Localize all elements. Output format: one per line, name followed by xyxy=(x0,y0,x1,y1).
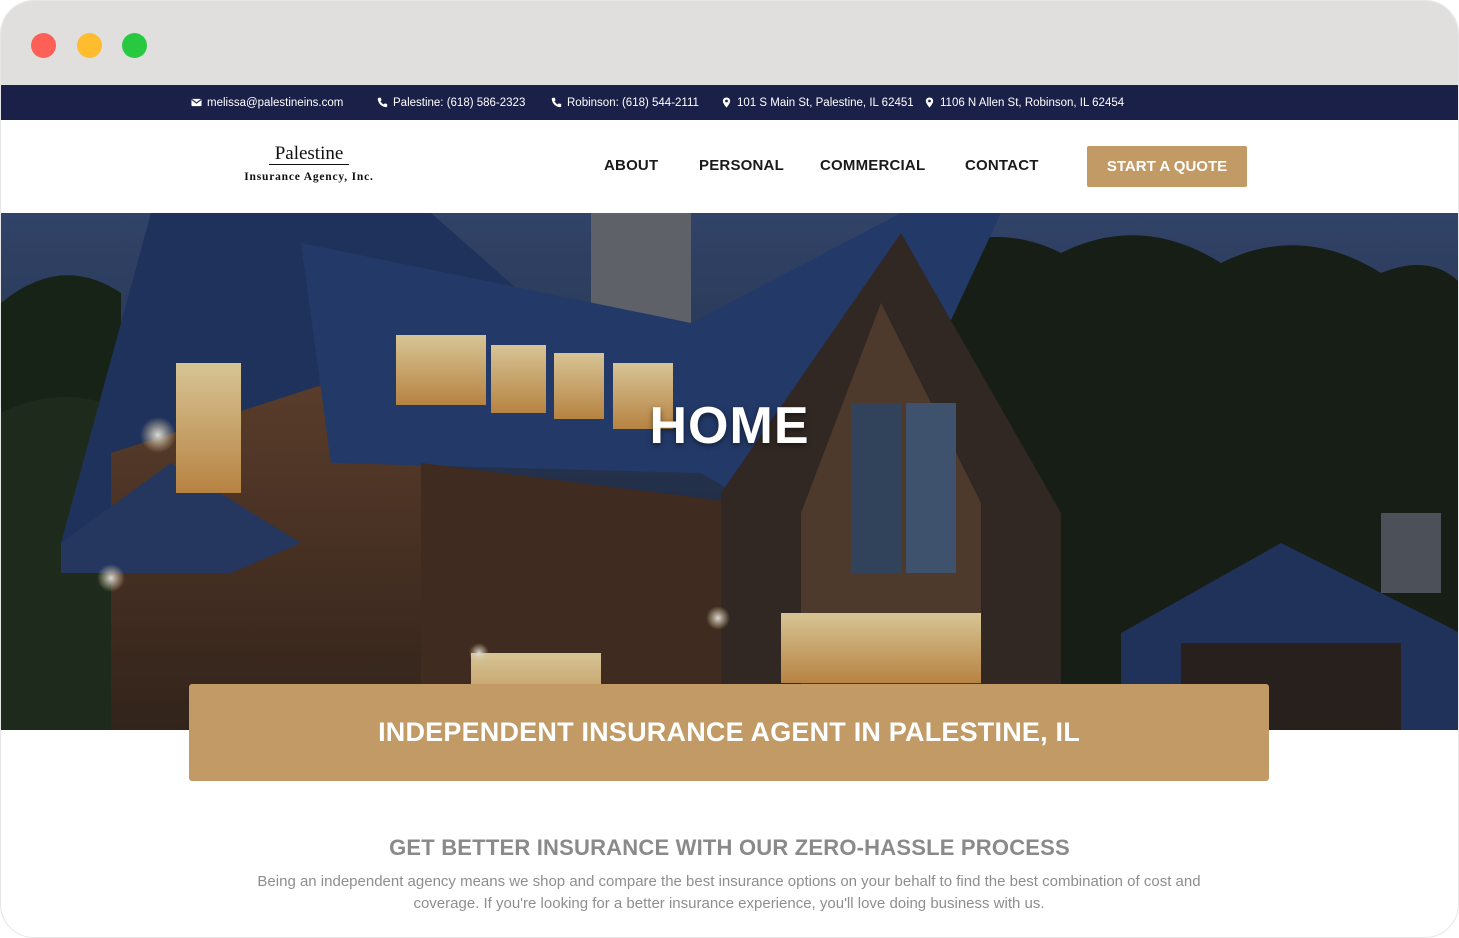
window-titlebar xyxy=(1,1,1458,85)
address-robinson-text: 1106 N Allen St, Robinson, IL 62454 xyxy=(940,96,1125,109)
close-window-button[interactable] xyxy=(31,33,56,58)
main-navigation: Palestine Insurance Agency, Inc. ABOUT P… xyxy=(1,120,1458,213)
phone-palestine-text: Palestine: (618) 586-2323 xyxy=(393,96,526,109)
house-background-image xyxy=(1,213,1458,730)
section-paragraph: Being an independent agency means we sho… xyxy=(257,873,1201,912)
phone-icon xyxy=(377,97,388,108)
nav-personal[interactable]: PERSONAL xyxy=(699,157,784,174)
phone-icon xyxy=(551,97,562,108)
section-heading: GET BETTER INSURANCE WITH OUR ZERO-HASSL… xyxy=(389,835,1070,860)
maximize-window-button[interactable] xyxy=(122,33,147,58)
phone-robinson-link[interactable]: Robinson: (618) 544-2111 xyxy=(551,85,699,120)
start-quote-button[interactable]: START A QUOTE xyxy=(1087,146,1247,187)
email-link[interactable]: melissa@palestineins.com xyxy=(191,85,343,120)
address-palestine-text: 101 S Main St, Palestine, IL 62451 xyxy=(737,96,914,109)
email-text: melissa@palestineins.com xyxy=(207,96,344,109)
address-palestine-link[interactable]: 101 S Main St, Palestine, IL 62451 xyxy=(721,85,914,120)
address-robinson-link[interactable]: 1106 N Allen St, Robinson, IL 62454 xyxy=(924,85,1124,120)
logo-subtitle: Insurance Agency, Inc. xyxy=(244,171,374,183)
hero-section: HOME xyxy=(1,213,1458,730)
nav-contact[interactable]: CONTACT xyxy=(965,157,1039,174)
phone-robinson-text: Robinson: (618) 544-2111 xyxy=(567,96,699,109)
nav-about[interactable]: ABOUT xyxy=(604,157,658,174)
minimize-window-button[interactable] xyxy=(77,33,102,58)
browser-window: melissa@palestineins.com Palestine: (618… xyxy=(0,0,1459,938)
agency-logo[interactable]: Palestine Insurance Agency, Inc. xyxy=(239,144,379,190)
contact-info-bar: melissa@palestineins.com Palestine: (618… xyxy=(1,85,1458,120)
map-pin-icon xyxy=(925,97,934,108)
nav-commercial[interactable]: COMMERCIAL xyxy=(820,157,925,174)
banner-text: INDEPENDENT INSURANCE AGENT IN PALESTINE… xyxy=(378,717,1080,747)
map-pin-icon xyxy=(722,97,731,108)
phone-palestine-link[interactable]: Palestine: (618) 586-2323 xyxy=(377,85,525,120)
hero-title: HOME xyxy=(649,397,810,455)
envelope-icon xyxy=(191,98,202,107)
agent-banner: INDEPENDENT INSURANCE AGENT IN PALESTINE… xyxy=(189,684,1269,781)
logo-title: Palestine xyxy=(268,144,350,165)
